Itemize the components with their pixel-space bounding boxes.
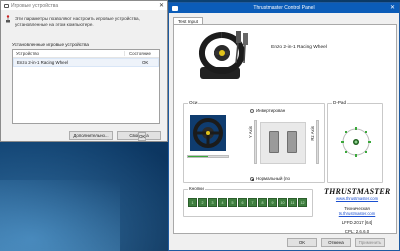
test-input-panel: Enzo 2-in-1 Racing Wheel Оси Инвертирова…: [173, 24, 397, 234]
ok-button[interactable]: OK: [287, 238, 317, 247]
racing-wheel-image: [199, 31, 248, 79]
steering-axis-bar: [187, 155, 229, 158]
button-indicator-10: 10: [278, 198, 287, 207]
column-device[interactable]: Устройство: [13, 51, 125, 56]
device-status-cell: OK: [142, 60, 149, 65]
invert-radio-dot[interactable]: [250, 108, 254, 113]
dpad-indicator: [341, 127, 371, 157]
y-axis-bar: [254, 120, 257, 164]
buttons-row: 1 2 3 4 5 6 7 8 9 10 11 12: [188, 198, 308, 207]
gamepad-icon: [4, 3, 9, 8]
game-controllers-title: Игровые устройства: [11, 2, 59, 9]
normal-label: Нормальный (по: [256, 176, 290, 181]
rz-axis-bar: [316, 120, 319, 164]
advanced-button[interactable]: Дополнительно...: [69, 131, 113, 140]
device-name: Enzo 2-in-1 Racing Wheel: [271, 45, 327, 50]
button-indicator-9: 9: [268, 198, 277, 207]
thrustmaster-control-panel: Thrustmaster Control Panel ✕ Test Input …: [168, 2, 400, 251]
normal-radio-dot[interactable]: [250, 176, 254, 181]
button-indicator-12: 12: [298, 198, 307, 207]
device-name-cell: Enzo 2-in-1 Racing Wheel: [17, 60, 69, 65]
invert-radio[interactable]: Инвертирован: [250, 108, 285, 113]
dpad-group: D-Pad: [327, 100, 383, 183]
cpl-version: CPL: 2.6.6.0: [344, 229, 370, 234]
rz-axis-label: Rz Axis: [310, 126, 315, 141]
desktop-light: [0, 180, 120, 251]
driver-version: LFFD.2017 [64]: [341, 220, 373, 225]
control-panel-title: Thrustmaster Control Panel: [253, 5, 315, 11]
game-controllers-ok-button[interactable]: OK: [138, 132, 147, 141]
close-icon[interactable]: ✕: [390, 4, 395, 11]
devices-list[interactable]: Устройство Состояние Enzo 2-in-1 Racing …: [12, 49, 160, 124]
column-status[interactable]: Состояние: [125, 51, 151, 56]
buttons-label: Кнопки: [188, 186, 205, 191]
button-indicator-1: 1: [188, 198, 197, 207]
game-controllers-body: Эти параметры позволяют настроить игровы…: [1, 10, 167, 141]
support-link[interactable]: ts.thrustmaster.com: [324, 211, 390, 216]
cancel-button[interactable]: Отмена: [321, 238, 351, 247]
invert-label: Инвертирован: [256, 108, 286, 113]
table-row[interactable]: Enzo 2-in-1 Racing Wheel OK: [13, 58, 159, 67]
normal-radio[interactable]: Нормальный (по: [250, 176, 290, 181]
game-controllers-titlebar[interactable]: Игровые устройства ✕: [1, 1, 167, 10]
close-icon[interactable]: ✕: [159, 2, 164, 9]
buttons-group: Кнопки 1 2 3 4 5 6 7 8 9 10 11 12: [183, 186, 313, 217]
installed-devices-label: Установленные игровые устройства: [12, 42, 89, 47]
dpad-label: D-Pad: [332, 100, 348, 105]
gas-pedal: [287, 131, 297, 153]
joystick-icon: [6, 15, 10, 23]
button-indicator-4: 4: [218, 198, 227, 207]
devices-list-header: Устройство Состояние: [13, 50, 159, 58]
apply-button[interactable]: Применить: [355, 238, 385, 247]
axes-label: Оси: [188, 100, 199, 105]
button-indicator-5: 5: [228, 198, 237, 207]
thrustmaster-info: THRUSTMASTER www.thrustmaster.com Технич…: [324, 187, 390, 234]
button-indicator-6: 6: [238, 198, 247, 207]
button-indicator-11: 11: [288, 198, 297, 207]
website-link[interactable]: www.thrustmaster.com: [324, 196, 390, 201]
game-controllers-dialog: Игровые устройства ✕ Эти параметры позво…: [0, 0, 168, 142]
y-axis-label: Y Axis: [248, 126, 253, 139]
brake-pedal: [269, 131, 279, 153]
button-indicator-2: 2: [198, 198, 207, 207]
button-indicator-3: 3: [208, 198, 217, 207]
steering-axis-fill: [188, 156, 208, 157]
axes-group: Оси Инвертирован Y Axis Rz Axis Нормальн…: [183, 100, 325, 183]
button-indicator-7: 7: [248, 198, 257, 207]
pedals-image: [260, 122, 306, 164]
control-panel-titlebar[interactable]: Thrustmaster Control Panel ✕: [169, 3, 399, 13]
thrustmaster-logo: THRUSTMASTER: [324, 187, 391, 196]
steering-wheel-indicator: [190, 115, 226, 151]
game-controllers-description: Эти параметры позволяют настроить игровы…: [15, 16, 140, 27]
button-indicator-8: 8: [258, 198, 267, 207]
